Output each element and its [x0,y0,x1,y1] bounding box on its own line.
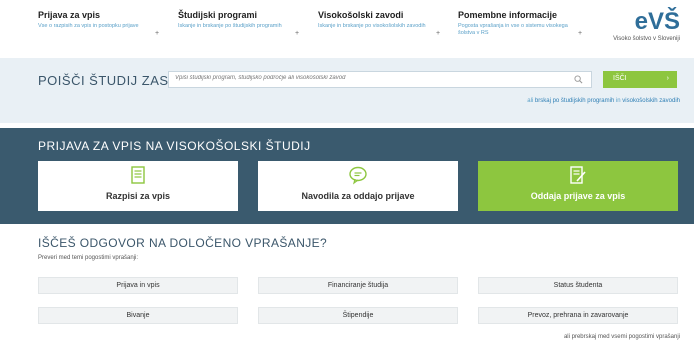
faq-prijava-in-vpis[interactable]: Prijava in vpis [38,277,238,294]
card-razpisi[interactable]: Razpisi za vpis [38,161,238,211]
evs-logo[interactable]: eVŠ Visoko šolstvo v Sloveniji [613,8,680,43]
plus-icon[interactable]: + [578,30,582,37]
faq-financiranje-studija[interactable]: Financiranje študija [258,277,458,294]
application-section: PRIJAVA ZA VPIS NA VISOKOŠOLSKI ŠTUDIJ R… [0,128,694,224]
nav-item-programi[interactable]: Študijski programi Iskanje in brskanje p… [178,10,288,30]
faq-prevoz-prehrana[interactable]: Prevoz, prehrana in zavarovanje [478,307,678,324]
logo-text: eVŠ [634,8,680,35]
edit-document-icon [570,166,586,184]
faq-status-studenta[interactable]: Status študenta [478,277,678,294]
plus-icon[interactable]: + [295,30,299,37]
browse-programs-link[interactable]: brskaj po študijskih programih [535,98,614,104]
card-label: Navodila za oddajo prijave [301,191,415,201]
card-label: Razpisi za vpis [105,191,171,201]
faq-bivanje[interactable]: Bivanje [38,307,238,324]
browse-links: ali brskaj po študijskih programih in vi… [527,98,680,104]
nav-item-title: Visokošolski zavodi [318,10,404,20]
plus-icon[interactable]: + [155,30,159,37]
faq-title: IŠČEŠ ODGOVOR NA DOLOČENO VPRAŠANJE? [38,236,328,250]
search-box[interactable] [168,71,592,88]
nav-item-informacije[interactable]: Pomembne informacije Pogosta vprašanja i… [458,10,568,37]
search-icon[interactable] [574,75,583,84]
search-section: POIŠČI ŠTUDIJ ZASE IŠČI › ali brskaj po … [0,58,694,123]
nav-item-prijava[interactable]: Prijava za vpis Vse o razpisih za vpis i… [38,10,148,30]
logo-subtitle: Visoko šolstvo v Sloveniji [613,36,680,42]
card-oddaja[interactable]: Oddaja prijave za vpis [478,161,678,211]
application-title: PRIJAVA ZA VPIS NA VISOKOŠOLSKI ŠTUDIJ [38,139,311,153]
faq-subtitle: Preveri med temi pogostimi vprašanji: [38,255,139,261]
nav-item-desc: Iskanje in brskanje po študijskih progra… [178,23,282,29]
card-navodila[interactable]: Navodila za oddajo prijave [258,161,458,211]
nav-item-zavodi[interactable]: Visokošolski zavodi Iskanje in brskanje … [318,10,428,30]
top-navigation: Prijava za vpis Vse o razpisih za vpis i… [0,0,694,56]
plus-icon[interactable]: + [436,30,440,37]
search-input[interactable] [175,75,555,81]
faq-stipendije[interactable]: Štipendije [258,307,458,324]
info-bubble-icon [349,166,367,185]
card-label: Oddaja prijave za vpis [530,191,626,201]
faq-more-link[interactable]: ali prebrskaj med vsemi pogostimi vpraša… [564,334,680,340]
nav-item-title: Pomembne informacije [458,10,558,20]
nav-item-title: Študijski programi [178,10,258,20]
nav-item-desc: Vse o razpisih za vpis in postopku prija… [38,23,139,29]
nav-item-title: Prijava za vpis [38,10,101,20]
document-icon [131,166,145,184]
chevron-right-icon: › [666,75,669,82]
search-button[interactable]: IŠČI › [603,71,677,88]
browse-prefix: ali [527,98,535,104]
search-button-label: IŠČI [613,75,627,82]
search-title: POIŠČI ŠTUDIJ ZASE [38,73,178,88]
nav-item-desc: Pogosta vprašanja in vse o sistemu visok… [458,23,568,36]
nav-item-desc: Iskanje in brskanje po visokošolskih zav… [318,23,426,29]
browse-institutions-link[interactable]: visokošolskih zavodih [622,98,680,104]
